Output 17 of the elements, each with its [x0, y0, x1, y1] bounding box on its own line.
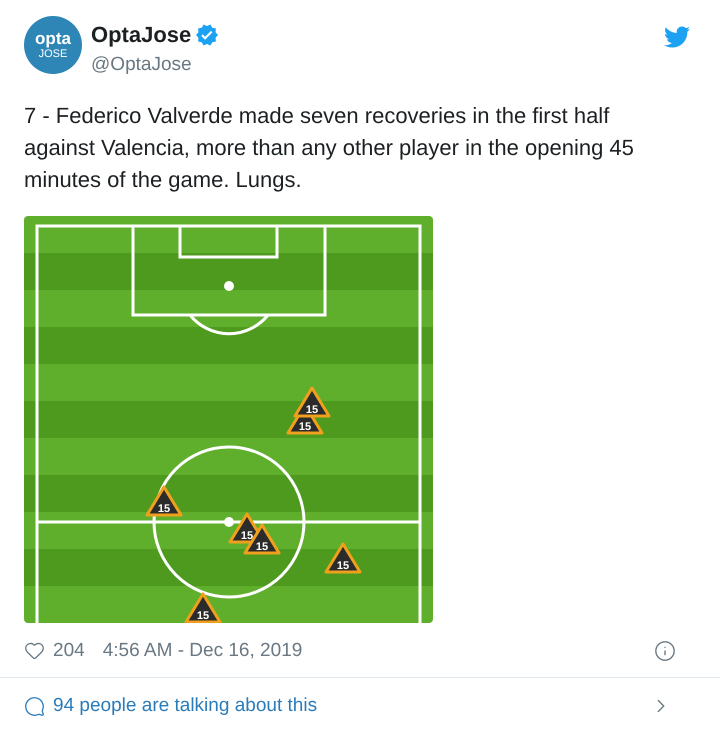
author-name[interactable]: OptaJose [91, 18, 192, 51]
avatar[interactable]: opta JOSE [24, 16, 82, 74]
recovery-marker: 15 [324, 542, 362, 573]
comment-icon[interactable] [24, 696, 45, 717]
recovery-marker: 15 [146, 485, 182, 516]
tweet-text: 7 - Federico Valverde made seven recoveries in the first half against Valencia, more than any other player in the opening 45 minutes of the game. Lungs. [23, 102, 635, 194]
bird-icon[interactable] [664, 24, 690, 50]
heart-icon[interactable] [24, 640, 45, 662]
timestamp[interactable]: 4:56 AM - Dec 16, 2019 [102, 636, 302, 665]
avatar-logo-text: opta [35, 30, 71, 47]
conversation-link[interactable]: 94 people are talking about this [53, 692, 318, 720]
recovery-marker: 15 [184, 592, 222, 622]
avatar-logo-subtext: JOSE [38, 49, 68, 60]
author-handle[interactable]: @OptaJose [91, 51, 220, 80]
like-count[interactable]: 204 [53, 636, 85, 665]
recovery-marker: 15 [294, 386, 330, 417]
info-icon[interactable] [654, 640, 676, 662]
